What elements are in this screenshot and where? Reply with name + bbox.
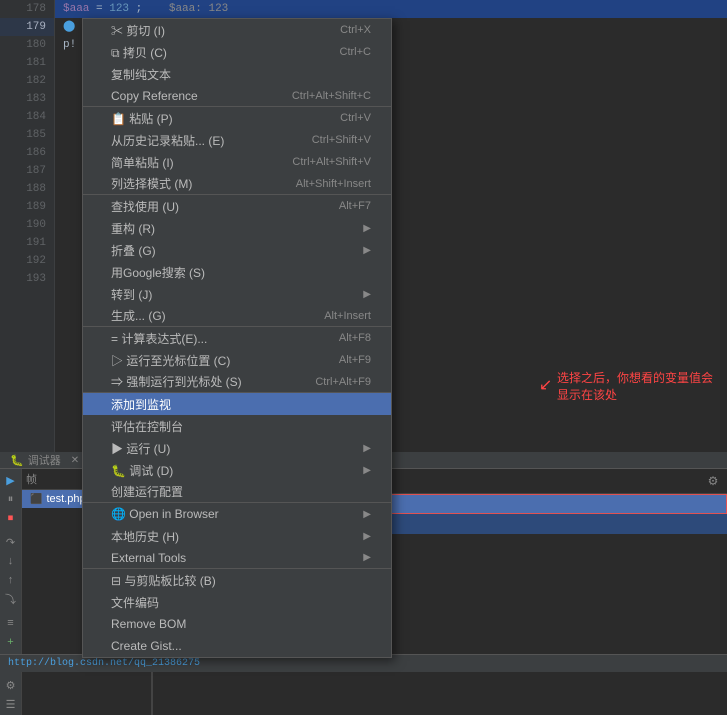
line-num-193: 193 [0,270,54,288]
annotation-text: 选择之后，你想看的变量值会显示在该处 [557,371,713,402]
menu-cut[interactable]: ✂ 剪切 (I) Ctrl+X [83,19,391,41]
code-line-178: $aaa = 123 ; $aaa: 123 [55,0,727,18]
add-watch-icon[interactable]: + [2,633,20,651]
line-num-190: 190 [0,216,54,234]
annotation-arrow: ↗ [539,375,552,395]
menu-fold[interactable]: 折叠 (G) ▶ [83,239,391,261]
step-into-icon[interactable]: ↓ [2,552,20,570]
line-num-192: 192 [0,252,54,270]
settings-icon[interactable]: ⚙ [2,676,20,694]
annotation-box: 选择之后，你想看的变量值会显示在该处 [557,370,717,404]
debugger-tab[interactable]: 🐛 调试器 ✕ [0,452,90,468]
line-num-188: 188 [0,180,54,198]
line-num-181: 181 [0,54,54,72]
line-num-186: 186 [0,144,54,162]
menu-copy[interactable]: ⧉ 拷贝 (C) Ctrl+C [83,41,391,63]
menu-file-encoding[interactable]: 文件编码 [83,591,391,613]
line-num-189: 189 [0,198,54,216]
filter-icon[interactable]: ☰ [2,695,20,713]
menu-generate[interactable]: 生成... (G) Alt+Insert [83,305,391,327]
menu-create-config[interactable]: 创建运行配置 [83,481,391,503]
line-num-191: 191 [0,234,54,252]
context-menu[interactable]: ✂ 剪切 (I) Ctrl+X ⧉ 拷贝 (C) Ctrl+C 复制纯文本 Co… [82,18,392,658]
menu-debug[interactable]: 🐛 调试 (D) ▶ [83,459,391,481]
run-to-cursor-icon[interactable]: ⤵ [2,590,20,608]
menu-copy-plain[interactable]: 复制纯文本 [83,63,391,85]
menu-open-browser[interactable]: 🌐 Open in Browser ▶ [83,503,391,525]
menu-refactor[interactable]: 重构 (R) ▶ [83,217,391,239]
menu-calc-expr[interactable]: = 计算表达式(E)... Alt+F8 [83,327,391,349]
menu-google[interactable]: 用Google搜索 (S) [83,261,391,283]
resume-icon[interactable]: ▶ [2,471,20,489]
line-num-185: 185 [0,126,54,144]
step-over-icon[interactable]: ↷ [2,533,20,551]
menu-paste[interactable]: 📋 粘贴 (P) Ctrl+V [83,107,391,129]
menu-run[interactable]: ▶ 运行 (U) ▶ [83,437,391,459]
menu-simple-paste[interactable]: 简单粘贴 (I) Ctrl+Alt+Shift+V [83,151,391,173]
var-settings-btn[interactable]: ⚙ [703,471,723,491]
line-num-180: 180 [0,36,54,54]
line-num-184: 184 [0,108,54,126]
menu-remove-bom[interactable]: Remove BOM [83,613,391,635]
line-num-179: 179 [0,18,54,36]
menu-paste-history[interactable]: 从历史记录粘贴... (E) Ctrl+Shift+V [83,129,391,151]
menu-add-watch[interactable]: 添加到监视 [83,393,391,415]
line-num-183: 183 [0,90,54,108]
menu-run-to-cursor[interactable]: ▷ 运行至光标位置 (C) Alt+F9 [83,349,391,371]
menu-find-usage[interactable]: 查找使用 (U) Alt+F7 [83,195,391,217]
line-num-178: 178 [0,0,54,18]
line-num-187: 187 [0,162,54,180]
stop-icon[interactable]: ⏹ [2,509,20,527]
menu-compare-clipboard[interactable]: ⊟ 与剪贴板比较 (B) [83,569,391,591]
menu-local-history[interactable]: 本地历史 (H) ▶ [83,525,391,547]
menu-copy-ref[interactable]: Copy Reference Ctrl+Alt+Shift+C [83,85,391,107]
menu-create-gist[interactable]: Create Gist... [83,635,391,657]
menu-external-tools[interactable]: External Tools ▶ [83,547,391,569]
step-out-icon[interactable]: ↑ [2,571,20,589]
menu-evaluate-console[interactable]: 评估在控制台 [83,415,391,437]
pause-icon[interactable]: ⏸ [2,490,20,508]
menu-goto[interactable]: 转到 (J) ▶ [83,283,391,305]
line-num-182: 182 [0,72,54,90]
debug-toolbar: ▶ ⏸ ⏹ ↷ ↓ ↑ ⤵ ≡ + − ⚙ ☰ [0,469,22,715]
menu-column-select[interactable]: 列选择模式 (M) Alt+Shift+Insert [83,173,391,195]
url-text: http://blog.csdn.net/qq_21386275 [8,658,200,669]
menu-force-run[interactable]: ⇒ 强制运行到光标处 (S) Ctrl+Alt+F9 [83,371,391,393]
evaluate-expr-icon[interactable]: ≡ [2,614,20,632]
